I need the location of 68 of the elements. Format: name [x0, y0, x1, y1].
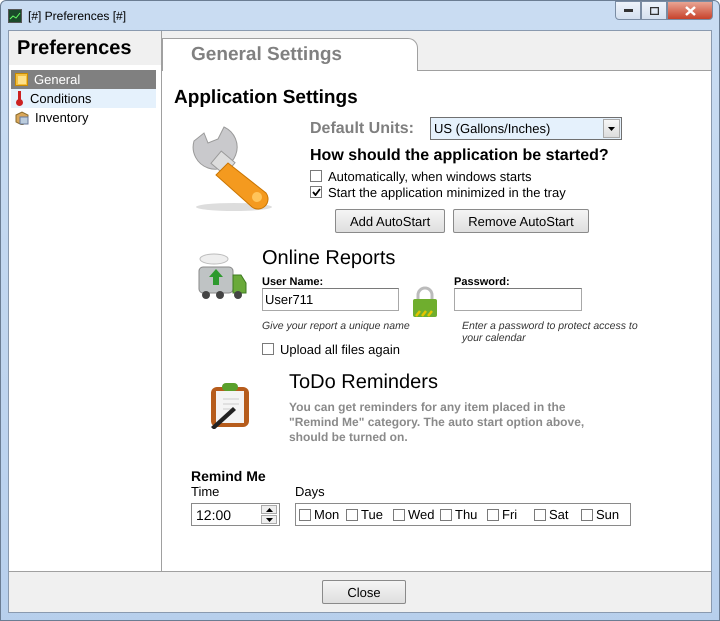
day-label: Thu [455, 507, 478, 522]
checkbox[interactable] [310, 170, 322, 182]
caret-down-icon [608, 126, 615, 130]
question-heading: How should the application be started? [310, 147, 610, 165]
checkbox[interactable] [262, 343, 274, 355]
window-title: [#] Preferences [#] [28, 8, 128, 22]
checkbox[interactable] [346, 508, 358, 520]
maximize-icon [650, 6, 658, 14]
checkbox-label: Automatically, when windows starts [328, 168, 532, 184]
day-label: Fri [502, 507, 518, 522]
tab[interactable]: General Settings [162, 38, 418, 71]
app-icon [8, 8, 22, 22]
caret-down-icon [266, 518, 272, 522]
checkbox[interactable] [393, 508, 405, 520]
minimize-icon [624, 9, 632, 12]
username-field[interactable]: User711 [262, 288, 399, 311]
window-icon [15, 73, 28, 86]
day-label: Sun [596, 507, 620, 522]
section-title: Remind Me [191, 468, 267, 484]
day-label: Sat [549, 507, 569, 522]
checkbox-label: Start the application minimized in the tray [328, 184, 566, 200]
reminder-description: You can get reminders for any item placed in the "Remind Me" category. The auto start option above, should be turned on. [289, 400, 586, 445]
sidebar-title: Preferences [9, 31, 161, 65]
spin-up-button[interactable] [261, 505, 277, 514]
units-label: Default Units: [310, 120, 415, 138]
autostart-button[interactable]: Add AutoStart [335, 209, 446, 233]
field-label: Password: [454, 276, 511, 288]
field-label: Time [191, 484, 220, 499]
package-icon [15, 110, 29, 124]
spin-down-button[interactable] [261, 515, 277, 524]
day-label: Mon [314, 507, 340, 522]
field-label: Days [295, 484, 326, 499]
section-title: Online Reports [262, 247, 396, 270]
caret-up-icon [266, 508, 272, 512]
section-title: Application Settings [174, 87, 359, 109]
checkbox[interactable] [440, 508, 452, 520]
checkbox-label: Upload all files again [280, 342, 400, 356]
minimize-button[interactable] [615, 1, 641, 20]
sidebar-item[interactable]: Inventory [11, 108, 156, 127]
field-label: User Name: [262, 276, 324, 288]
password-field[interactable] [454, 288, 582, 311]
sidebar-item-label: Inventory [35, 110, 88, 125]
section-title: ToDo Reminders [289, 371, 439, 394]
thermometer-icon [15, 91, 24, 106]
sidebar-item[interactable]: Conditions [11, 89, 156, 108]
maximize-button[interactable] [641, 1, 667, 20]
close-button[interactable] [667, 1, 713, 20]
clipboard-icon [209, 381, 251, 429]
sidebar-item[interactable]: General [11, 70, 156, 89]
autostart-button[interactable]: Remove AutoStart [453, 209, 589, 233]
field-hint: Enter a password to protect access to your calendar [462, 320, 639, 344]
field-hint: Give your report a unique name [262, 320, 411, 332]
checkbox[interactable] [581, 508, 593, 520]
checkbox[interactable] [534, 508, 546, 520]
padlock-icon [412, 286, 438, 318]
time-field[interactable]: 12:00 [191, 503, 280, 526]
day-label: Tue [361, 507, 383, 522]
sidebar-item-label: Conditions [30, 91, 92, 106]
checkbox[interactable] [487, 508, 499, 520]
close-dialog-button[interactable]: Close [322, 580, 406, 604]
checkmark-icon [312, 188, 320, 196]
checkbox[interactable] [299, 508, 311, 520]
day-label: Wed [408, 507, 434, 522]
units-dropdown[interactable]: US (Gallons/Inches) [430, 117, 622, 140]
sidebar-item-label: General [34, 72, 80, 87]
checkbox[interactable] [310, 186, 322, 198]
dropdown-arrow-button[interactable] [603, 119, 620, 138]
close-icon [684, 6, 696, 16]
